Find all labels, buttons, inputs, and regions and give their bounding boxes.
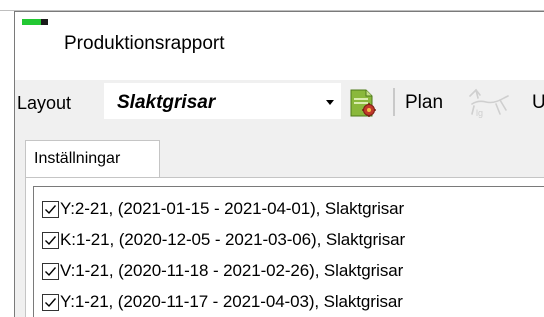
list-item[interactable]: K:1-21, (2020-12-05 - 2021-03-06), Slakt… bbox=[42, 227, 542, 253]
app-icon-green-bar bbox=[22, 19, 42, 25]
checkbox[interactable] bbox=[42, 263, 59, 280]
layout-select-value[interactable]: Slaktgrisar bbox=[117, 92, 215, 114]
list-item-label: V:1-21, (2020-11-18 - 2021-02-26), Slakt… bbox=[60, 261, 404, 280]
checkbox[interactable] bbox=[42, 294, 59, 311]
list-item[interactable]: Y:1-21, (2020-11-17 - 2021-04-03), Slakt… bbox=[42, 289, 542, 315]
checkbox[interactable] bbox=[42, 232, 59, 249]
svg-text:lg: lg bbox=[476, 108, 483, 118]
app-icon bbox=[22, 18, 50, 28]
list-item-label: Y:2-21, (2021-01-15 - 2021-04-01), Slakt… bbox=[60, 199, 405, 218]
app-icon-dark-block bbox=[41, 19, 48, 25]
toolbar-separator bbox=[393, 88, 395, 116]
checkmark-icon bbox=[45, 298, 57, 308]
list-item[interactable]: Y:2-21, (2021-01-15 - 2021-04-01), Slakt… bbox=[42, 196, 542, 222]
window-title: Produktionsrapport bbox=[64, 33, 225, 54]
list-item[interactable]: V:1-21, (2020-11-18 - 2021-02-26), Slakt… bbox=[42, 258, 542, 284]
layout-label: Layout bbox=[17, 93, 72, 113]
plan-button[interactable]: Plan bbox=[405, 92, 443, 114]
toolbar-cut-off-button[interactable]: U bbox=[532, 92, 544, 114]
checkmark-icon bbox=[45, 205, 57, 215]
chevron-down-icon[interactable] bbox=[326, 100, 334, 105]
report-document-icon[interactable] bbox=[348, 86, 378, 118]
checkmark-icon bbox=[45, 236, 57, 246]
list-item-label: Y:1-21, (2020-11-17 - 2021-04-03), Slakt… bbox=[60, 292, 403, 311]
application-window: Produktionsrapport Layout Slaktgrisar Pl… bbox=[0, 0, 544, 317]
list-item-label: K:1-21, (2020-12-05 - 2021-03-06), Slakt… bbox=[60, 230, 406, 249]
checkbox[interactable] bbox=[42, 201, 59, 218]
tab-installningar-label[interactable]: Inställningar bbox=[34, 150, 120, 168]
pig-icon[interactable]: lg bbox=[466, 86, 512, 120]
checkmark-icon bbox=[45, 267, 57, 277]
